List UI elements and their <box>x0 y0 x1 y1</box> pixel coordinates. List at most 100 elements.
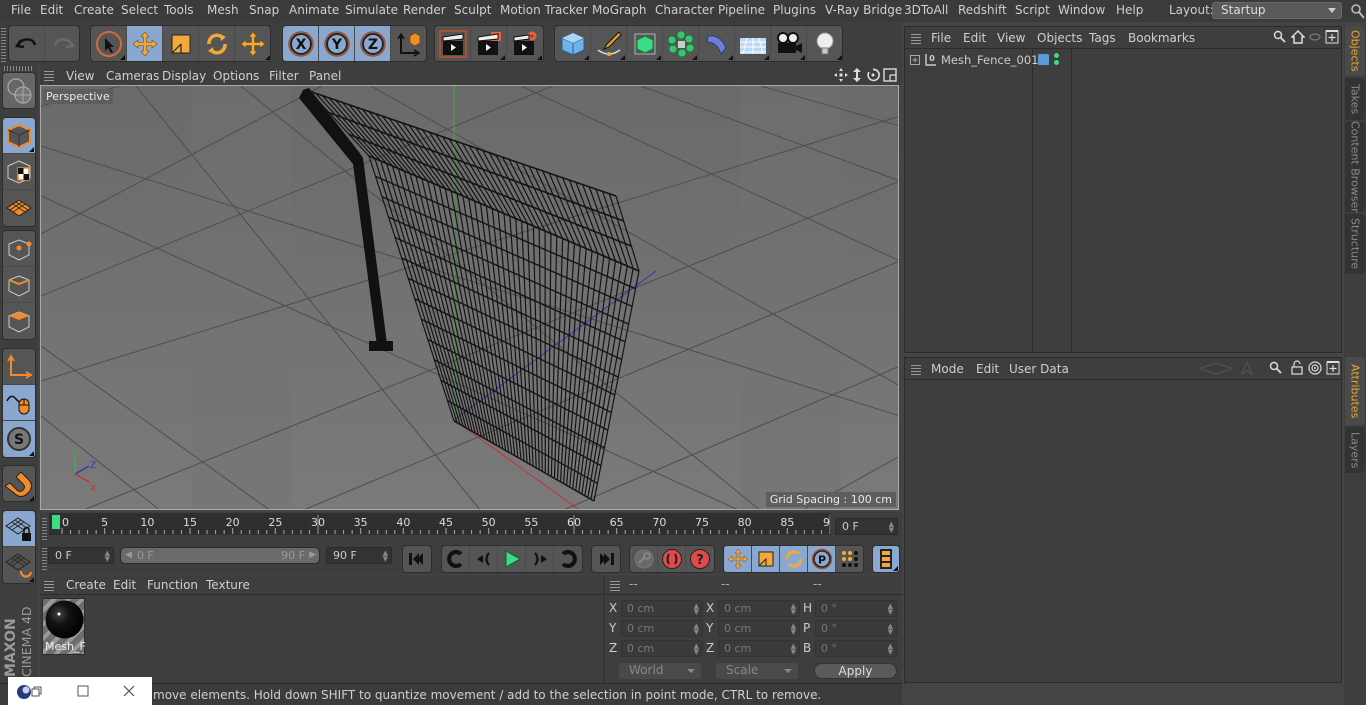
camera-button[interactable] <box>771 26 807 61</box>
solo-mode-button[interactable]: S <box>3 421 35 457</box>
material-menu-function[interactable]: Function <box>147 578 198 592</box>
menu-tools[interactable]: Tools <box>164 3 194 17</box>
viewport-menu-cameras[interactable]: Cameras <box>106 69 159 83</box>
autokeying-button[interactable] <box>658 546 686 572</box>
menu-snap[interactable]: Snap <box>249 3 279 17</box>
menu-edit[interactable]: Edit <box>40 3 63 17</box>
frame-range-slider[interactable]: ◀ 0 F 90 F ▶ <box>120 547 320 564</box>
go-to-start-button[interactable] <box>402 545 432 573</box>
restore-icon[interactable] <box>31 686 43 698</box>
object-name[interactable]: Mesh_Fence_001 <box>941 53 1038 67</box>
attribute-menu-edit[interactable]: Edit <box>976 362 999 376</box>
expand-icon[interactable] <box>909 54 921 66</box>
position-key-button[interactable] <box>724 546 752 572</box>
point-level-animation-button[interactable] <box>836 546 863 572</box>
viewport-toggle-layout-icon[interactable] <box>883 68 897 82</box>
target-icon[interactable] <box>1308 361 1322 375</box>
render-settings-button[interactable] <box>507 26 543 61</box>
search-icon[interactable] <box>1350 2 1366 20</box>
material-swatch[interactable]: Mesh_Fe <box>42 598 85 655</box>
viewport-rotate-icon[interactable] <box>866 68 880 82</box>
material-menu-texture[interactable]: Texture <box>206 578 250 592</box>
maximize-icon[interactable] <box>77 685 89 697</box>
scale-button[interactable] <box>163 26 199 61</box>
menu-script[interactable]: Script <box>1015 3 1050 17</box>
viewport-grip[interactable] <box>44 69 54 81</box>
menu-sculpt[interactable]: Sculpt <box>454 3 491 17</box>
end-frame-field[interactable]: 90 F ▲ ▼ <box>326 547 392 564</box>
menu-create[interactable]: Create <box>74 3 114 17</box>
axis-mode-button[interactable] <box>3 349 35 385</box>
rot-p-field[interactable]: 0 ° ▲ ▼ <box>815 620 897 637</box>
rotation-key-button[interactable] <box>780 546 808 572</box>
layer-color-swatch[interactable] <box>1038 54 1049 65</box>
link-icon[interactable] <box>1309 32 1321 42</box>
texture-mode-button[interactable] <box>3 154 35 190</box>
menu-help[interactable]: Help <box>1116 3 1143 17</box>
rotate-button[interactable] <box>199 26 235 61</box>
range-right-arrow-icon[interactable]: ▶ <box>309 548 316 563</box>
tab-attributes[interactable]: Attributes <box>1345 357 1365 425</box>
coordinate-space-dropdown[interactable]: World <box>619 663 701 679</box>
coordinate-system-button[interactable] <box>391 26 426 61</box>
x-axis-button[interactable]: X <box>283 26 319 61</box>
current-frame-field[interactable]: 0 F ▲ ▼ <box>835 518 898 535</box>
apply-button[interactable]: Apply <box>814 663 897 679</box>
points-mode-button[interactable] <box>3 231 35 267</box>
previous-key-button[interactable] <box>442 546 470 572</box>
cloner-button[interactable] <box>663 26 699 61</box>
undo-button[interactable] <box>9 26 45 61</box>
tab-layers[interactable]: Layers <box>1345 427 1365 473</box>
timeline-ruler[interactable]: 051015202530354045505560657075808590 <box>49 513 837 535</box>
menu-simulate[interactable]: Simulate <box>345 3 398 17</box>
attribute-menu-mode[interactable]: Mode <box>931 362 964 376</box>
y-axis-button[interactable]: Y <box>319 26 355 61</box>
keyframe-selection-button[interactable]: ? <box>686 546 714 572</box>
menu-character[interactable]: Character <box>655 3 714 17</box>
object-menu-file[interactable]: File <box>931 31 951 45</box>
playhead[interactable] <box>52 515 60 529</box>
tweak-mode-button[interactable] <box>3 385 35 421</box>
start-frame-field[interactable]: 0 F ▲ ▼ <box>48 547 114 564</box>
snapping-button[interactable] <box>2 465 36 502</box>
floor-button[interactable] <box>735 26 771 61</box>
pos-z-field[interactable]: 0 cm ▲ ▼ <box>621 640 703 657</box>
pen-spline-button[interactable] <box>591 26 627 61</box>
last-tool-button[interactable] <box>235 26 270 61</box>
tab-takes[interactable]: Takes <box>1345 78 1365 120</box>
size-x-field[interactable]: 0 cm ▲ ▼ <box>718 600 800 617</box>
polygons-mode-button[interactable] <box>3 303 35 339</box>
menu-motion-tracker[interactable]: Motion Tracker <box>500 3 588 17</box>
move-button[interactable] <box>127 26 163 61</box>
material-grip[interactable] <box>44 579 54 591</box>
navigate-up-icon[interactable] <box>1241 361 1253 375</box>
menu-file[interactable]: File <box>11 3 31 17</box>
viewport-pan-icon[interactable] <box>834 68 848 82</box>
workplane-rotate-button[interactable] <box>3 547 35 583</box>
render-view-button[interactable] <box>435 26 471 61</box>
timeline-grip[interactable] <box>42 516 47 540</box>
unlock-icon[interactable] <box>1291 360 1303 375</box>
cinema4d-app-icon[interactable] <box>16 684 32 700</box>
viewport-menu-filter[interactable]: Filter <box>269 69 299 83</box>
coordinates-grip[interactable] <box>610 579 620 591</box>
toolbar-grip[interactable] <box>1 26 6 62</box>
parameter-key-button[interactable]: P <box>808 546 836 572</box>
size-y-field[interactable]: 0 cm ▲ ▼ <box>718 620 800 637</box>
make-editable-button[interactable] <box>2 72 36 109</box>
tab-objects[interactable]: Objects <box>1345 26 1365 76</box>
object-menu-edit[interactable]: Edit <box>963 31 986 45</box>
attribute-menu-user-data[interactable]: User Data <box>1009 362 1069 376</box>
object-menu-objects[interactable]: Objects <box>1037 31 1082 45</box>
render-picture-viewer-button[interactable] <box>471 26 507 61</box>
subdivision-surface-button[interactable] <box>627 26 663 61</box>
menu-animate[interactable]: Animate <box>289 3 339 17</box>
light-button[interactable] <box>807 26 842 61</box>
size-z-field[interactable]: 0 cm ▲ ▼ <box>718 640 800 657</box>
viewport-3d[interactable]: Y Z X Perspective Grid Spacing : 100 cm <box>40 85 899 510</box>
next-key-button[interactable] <box>554 546 582 572</box>
range-left-arrow-icon[interactable]: ◀ <box>125 548 132 563</box>
viewport-zoom-icon[interactable] <box>851 68 863 82</box>
material-menu-create[interactable]: Create <box>66 578 106 592</box>
object-grip[interactable] <box>911 32 921 44</box>
